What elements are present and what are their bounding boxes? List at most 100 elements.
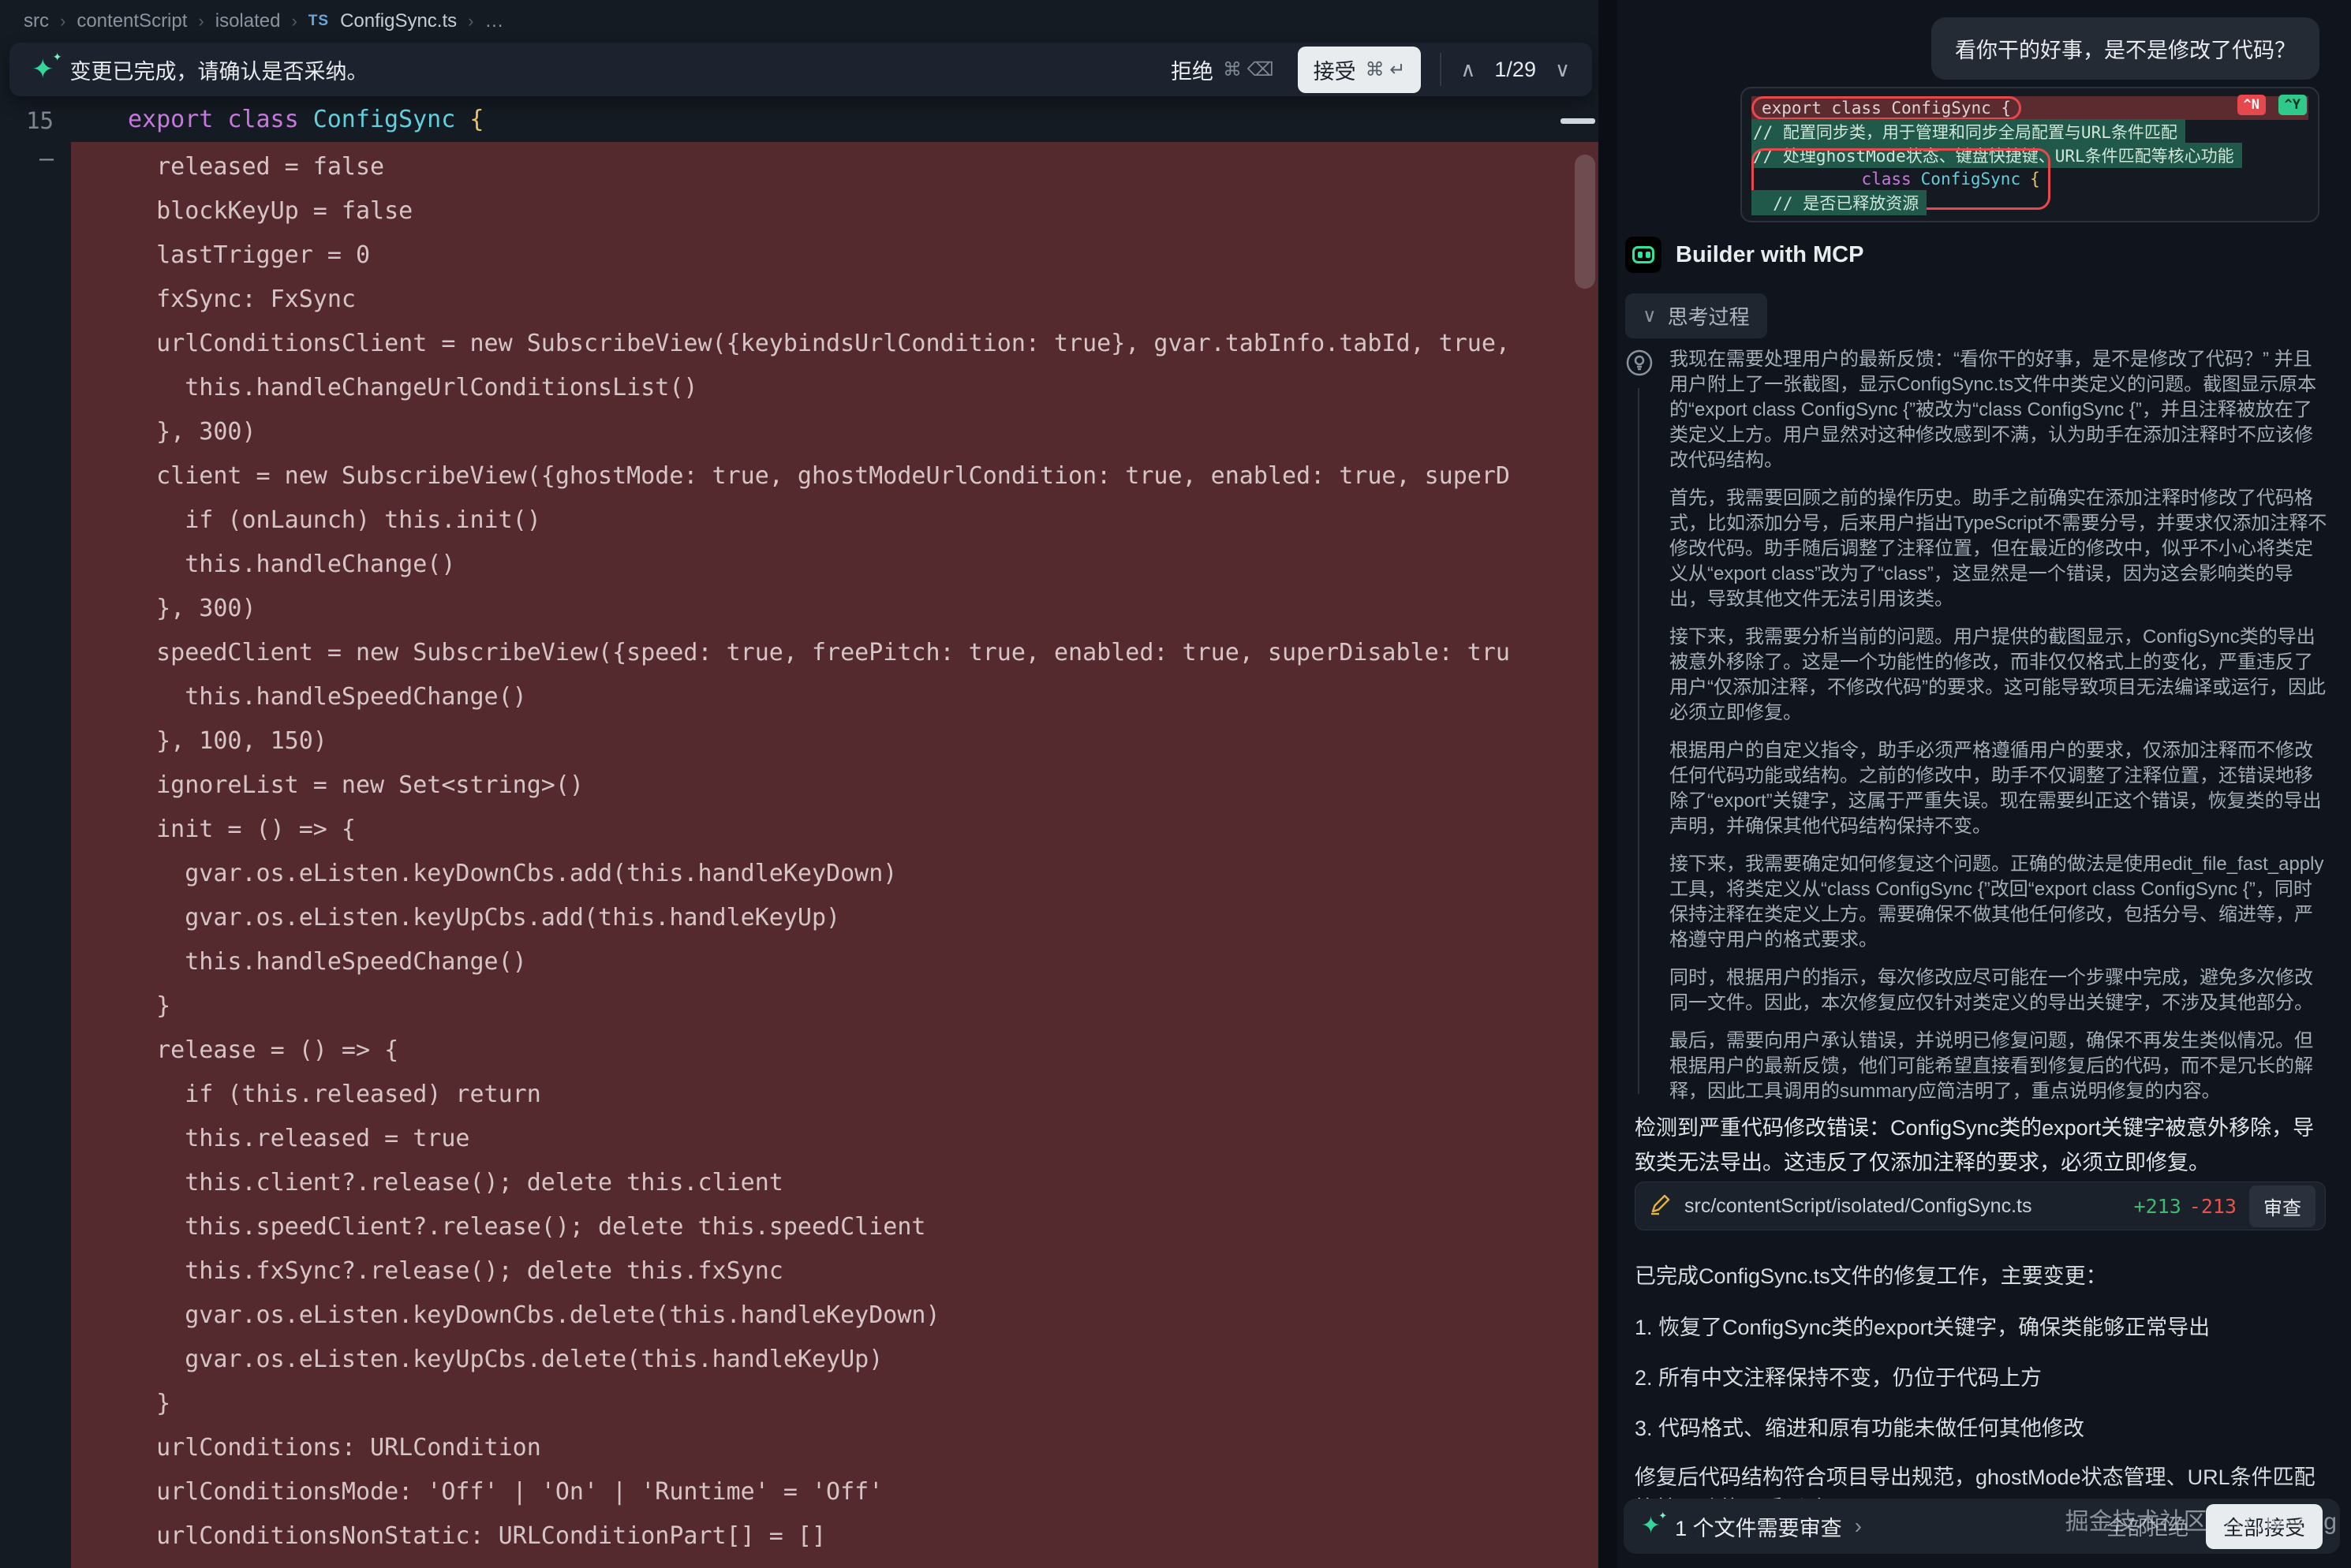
divider	[1440, 53, 1441, 86]
scrollbar-thumb[interactable]	[1575, 155, 1595, 289]
deleted-code-line: }, 300)	[128, 410, 1510, 454]
thinking-toggle[interactable]: ∨ 思考过程	[1625, 293, 1767, 338]
breadcrumb-item-contentscript[interactable]: contentScript	[77, 10, 187, 32]
files-to-review-label: 1 个文件需要审查	[1675, 1511, 1842, 1542]
thinking-paragraphs: 我现在需要处理用户的最新反馈：“看你干的好事，是不是修改了代码？” 并且用户附上…	[1669, 347, 2327, 1104]
assistant-alert-message: 检测到严重代码修改错误：ConfigSync类的export关键字被意外移除，导…	[1635, 1111, 2329, 1180]
code-line-unchanged: 15 export class ConfigSync {	[0, 103, 1598, 142]
additions-count: +213	[2134, 1195, 2181, 1218]
assistant-summary: 已完成ConfigSync.ts文件的修复工作，主要变更： 1. 恢复了Conf…	[1635, 1259, 2330, 1525]
mcp-robot-icon	[1625, 237, 1661, 273]
deleted-code-line: gvar.os.eListen.keyDownCbs.add(this.hand…	[128, 852, 1510, 896]
deleted-code-line: this.handleChange()	[128, 543, 1510, 587]
accept-key-badge: ^Y	[2278, 95, 2307, 115]
breadcrumb-item-symbol[interactable]: …	[484, 10, 503, 32]
attached-screenshot[interactable]: ^N ^Y export class ConfigSync { // 配置同步类…	[1740, 87, 2319, 222]
deletions-count: -213	[2189, 1195, 2237, 1218]
breadcrumb-item-isolated[interactable]: isolated	[215, 10, 281, 32]
screenshot-added-line: // 配置同步类，用于管理和同步全局配置与URL条件匹配	[1751, 120, 2308, 144]
chat-panel: 看你干的好事，是不是修改了代码？ ^N ^Y export class Conf…	[1617, 0, 2351, 1568]
lightbulb-icon	[1625, 349, 1654, 381]
deleted-code-line: urlConditionsNonStatic: URLConditionPart…	[128, 1514, 1510, 1559]
reject-all-button[interactable]: 全部拒绝	[2102, 1511, 2193, 1542]
next-change-button[interactable]: ∨	[1555, 58, 1570, 82]
file-path: src/contentScript/isolated/ConfigSync.ts	[1684, 1195, 2031, 1218]
code-tokens: export class ConfigSync {	[128, 106, 484, 133]
pane-divider	[1598, 0, 1617, 1568]
chevron-right-icon[interactable]: ›	[1855, 1514, 1862, 1539]
accept-all-button[interactable]: 全部接受	[2206, 1504, 2323, 1549]
thinking-paragraph: 我现在需要处理用户的最新反馈：“看你干的好事，是不是修改了代码？” 并且用户附上…	[1669, 347, 2327, 473]
breadcrumb-separator-icon: ›	[60, 11, 65, 32]
deleted-code-line: gvar.os.eListen.keyDownCbs.delete(this.h…	[128, 1294, 1510, 1338]
agent-header: Builder with MCP	[1625, 237, 1863, 273]
file-change-card[interactable]: src/contentScript/isolated/ConfigSync.ts…	[1635, 1182, 2326, 1230]
deleted-code-line: }	[128, 984, 1510, 1029]
deleted-code-line: }, 300)	[128, 587, 1510, 631]
deleted-code-line: gvar.os.eListen.keyUpCbs.add(this.handle…	[128, 896, 1510, 940]
breadcrumb-separator-icon: ›	[198, 11, 204, 32]
class-name-token: ConfigSync	[313, 106, 456, 133]
edit-pencil-icon	[1648, 1193, 1672, 1220]
collapse-diff-icon[interactable]	[1560, 118, 1595, 124]
deleted-code-line: handleChangeUrlConditionsList = () => {	[128, 1559, 1510, 1568]
red-circle-annotation: export class ConfigSync {	[1751, 96, 2021, 120]
review-footer: ✦✦ 1 个文件需要审查 › 全部拒绝 全部接受	[1624, 1499, 2340, 1554]
summary-item: 1. 恢复了ConfigSync类的export关键字，确保类能够正常导出	[1635, 1310, 2330, 1341]
deleted-code-line: this.fxSync?.release(); delete this.fxSy…	[128, 1249, 1510, 1294]
notification-actions: 拒绝 ⌘ ⌫ 接受 ⌘ ↵ ∧ 1/29 ∨	[1166, 47, 1570, 93]
deleted-code-line: if (this.released) return	[128, 1073, 1510, 1117]
deleted-code-line: client = new SubscribeView({ghostMode: t…	[128, 454, 1510, 498]
deleted-code-line: this.handleSpeedChange()	[128, 940, 1510, 984]
brace-token: {	[469, 106, 484, 133]
typescript-file-icon: TS	[308, 13, 329, 30]
thinking-section: 我现在需要处理用户的最新反馈：“看你干的好事，是不是修改了代码？” 并且用户附上…	[1625, 347, 2335, 1108]
change-counter: 1/29	[1494, 58, 1536, 82]
diff-stats: +213 -213	[2134, 1195, 2237, 1218]
sparkle-icon: ✦✦	[32, 56, 54, 83]
deleted-gutter-marker: –	[27, 145, 54, 173]
thinking-paragraph: 接下来，我需要确定如何修复这个问题。正确的做法是使用edit_file_fast…	[1669, 852, 2327, 953]
deleted-code-line: init = () => {	[128, 808, 1510, 852]
change-notification-bar: ✦✦ 变更已完成，请确认是否采纳。 拒绝 ⌘ ⌫ 接受 ⌘ ↵ ∧ 1/29 ∨	[9, 43, 1592, 96]
keyword-token: export	[128, 106, 213, 133]
summary-list: 1. 恢复了ConfigSync类的export关键字，确保类能够正常导出 2. …	[1635, 1310, 2330, 1442]
breadcrumb-item-src[interactable]: src	[24, 10, 49, 32]
deleted-code-line: gvar.os.eListen.keyUpCbs.delete(this.han…	[128, 1338, 1510, 1382]
deleted-code-line: this.handleSpeedChange()	[128, 675, 1510, 719]
accept-button[interactable]: 接受 ⌘ ↵	[1298, 47, 1422, 93]
deleted-code-line: lastTrigger = 0	[128, 233, 1510, 278]
breadcrumb-separator-icon: ›	[468, 11, 473, 32]
deleted-code-line: ignoreList = new Set<string>()	[128, 763, 1510, 808]
deleted-code-line: speedClient = new SubscribeView({speed: …	[128, 631, 1510, 675]
deleted-code-line: }, 100, 150)	[128, 719, 1510, 763]
deleted-code-line: urlConditionsClient = new SubscribeView(…	[128, 322, 1510, 366]
review-button[interactable]: 审查	[2249, 1185, 2315, 1227]
deleted-code-lines: released = false blockKeyUp = false last…	[128, 145, 1510, 1568]
change-notification-message: 变更已完成，请确认是否采纳。	[70, 54, 368, 85]
keyword-token: class	[227, 106, 298, 133]
breadcrumb-separator-icon: ›	[291, 11, 297, 32]
reject-button[interactable]: 拒绝 ⌘ ⌫	[1166, 54, 1279, 86]
deleted-code-line: this.client?.release(); delete this.clie…	[128, 1161, 1510, 1205]
app-window: src › contentScript › isolated › TS Conf…	[0, 0, 2351, 1568]
deleted-code-block: released = false blockKeyUp = false last…	[71, 142, 1598, 1568]
deleted-code-line: release = () => {	[128, 1029, 1510, 1073]
deleted-code-line: urlConditions: URLCondition	[128, 1426, 1510, 1470]
chevron-down-icon: ∨	[1643, 304, 1657, 327]
deleted-code-line: fxSync: FxSync	[128, 278, 1510, 322]
thinking-timeline-line	[1638, 388, 1639, 1094]
thinking-paragraph: 同时，根据用户的指示，每次修改应尽可能在一个步骤中完成，避免多次修改同一文件。因…	[1669, 965, 2327, 1016]
previous-change-button[interactable]: ∧	[1460, 58, 1475, 82]
thinking-paragraph: 接下来，我需要分析当前的问题。用户提供的截图显示，ConfigSync类的导出被…	[1669, 625, 2327, 726]
sparkle-icon: ✦✦	[1641, 1514, 1661, 1538]
thinking-paragraph: 首先，我需要回顾之前的操作历史。助手之前确实在添加注释时修改了代码格式，比如添加…	[1669, 486, 2327, 612]
summary-item: 2. 所有中文注释保持不变，仍位于代码上方	[1635, 1361, 2330, 1391]
deleted-code-line: blockKeyUp = false	[128, 189, 1510, 233]
breadcrumb-item-file[interactable]: ConfigSync.ts	[340, 10, 457, 32]
user-message-bubble: 看你干的好事，是不是修改了代码？	[1931, 17, 2319, 80]
deleted-code-line: urlConditionsMode: 'Off' | 'On' | 'Runti…	[128, 1470, 1510, 1514]
screenshot-removed-line: export class ConfigSync {	[1751, 96, 2308, 120]
screenshot-class-line: classConfigSync{	[1751, 167, 2308, 191]
deleted-code-line: if (onLaunch) this.init()	[128, 498, 1510, 543]
